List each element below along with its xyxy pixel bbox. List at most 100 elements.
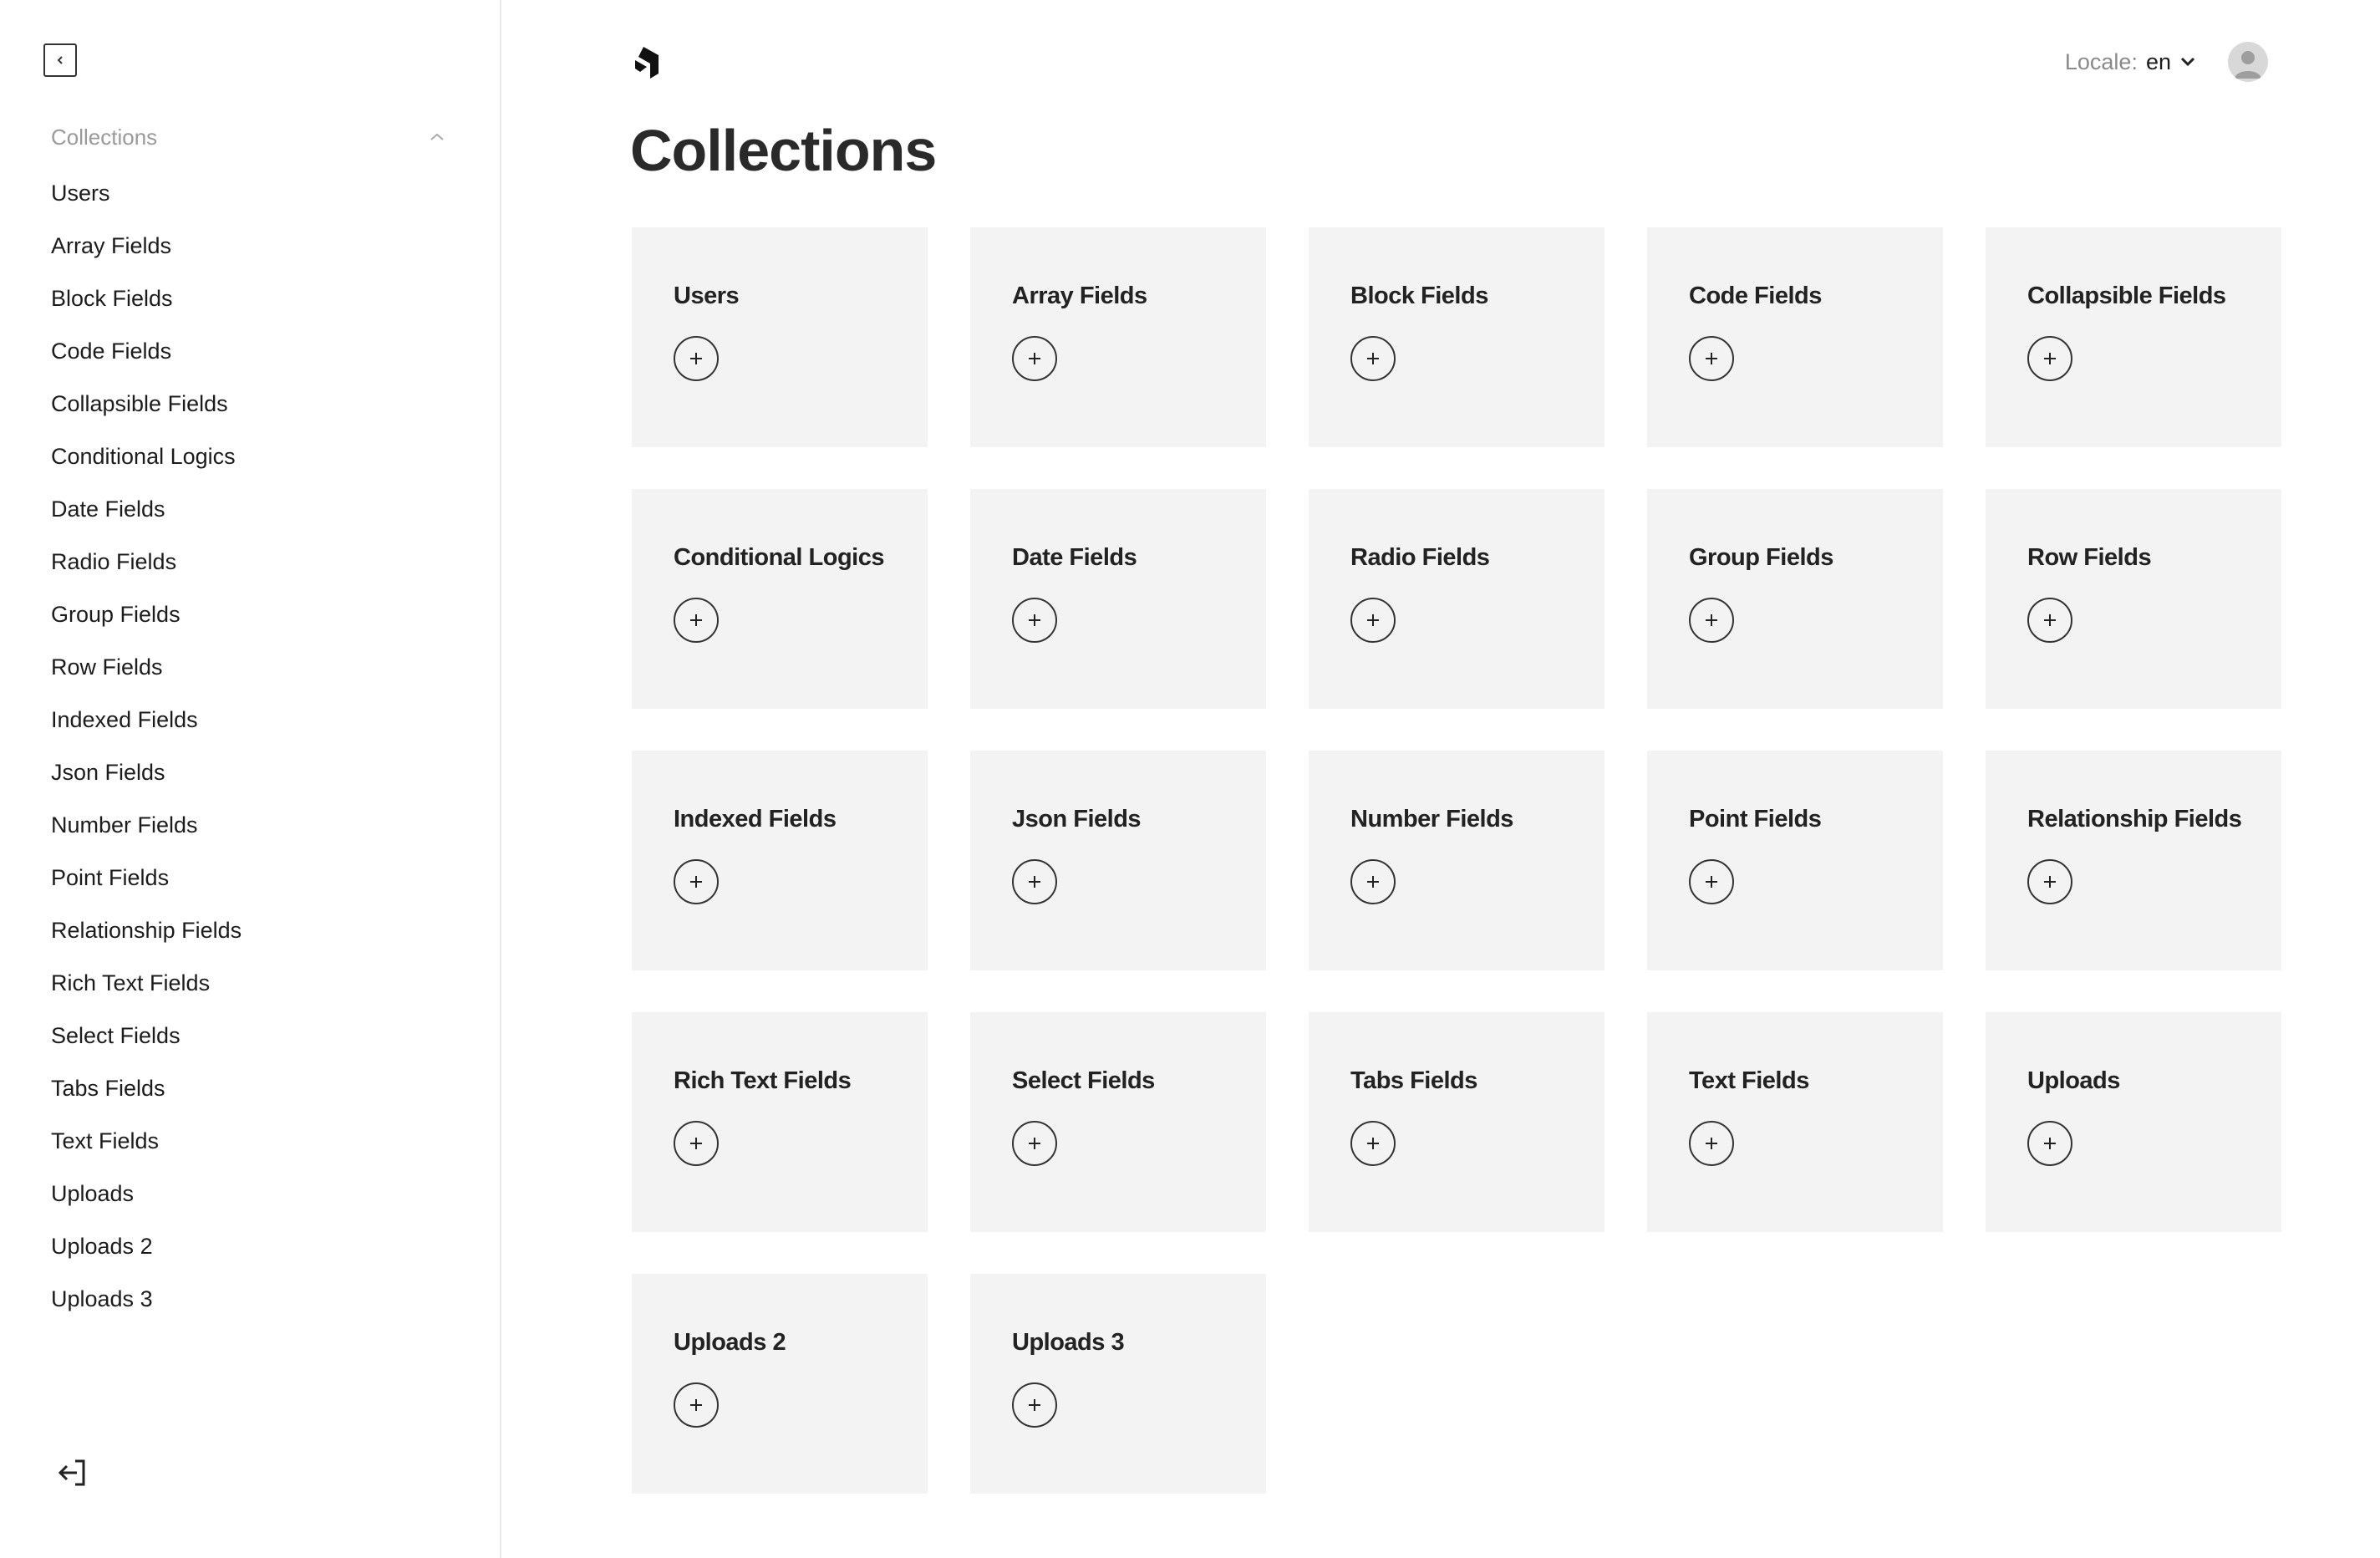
add-collapsible-fields-button[interactable]: [2027, 336, 2072, 381]
collection-card-tabs-fields[interactable]: Tabs Fields: [1309, 1012, 1604, 1232]
add-rich-text-fields-button[interactable]: [674, 1121, 719, 1166]
plus-icon: [690, 876, 702, 888]
add-relationship-fields-button[interactable]: [2027, 859, 2072, 904]
collection-card-title: Radio Fields: [1350, 544, 1490, 571]
add-users-button[interactable]: [674, 336, 719, 381]
payload-logo[interactable]: [632, 45, 662, 79]
chevron-up-icon: [430, 133, 444, 140]
collection-card-code-fields[interactable]: Code Fields: [1647, 227, 1943, 447]
collection-card-collapsible-fields[interactable]: Collapsible Fields: [1986, 227, 2281, 447]
sidebar: Collections Users Array Fields Block Field…: [0, 0, 501, 1558]
sidebar-item-uploads[interactable]: Uploads: [51, 1168, 242, 1220]
collection-card-title: Row Fields: [2027, 544, 2152, 571]
add-indexed-fields-button[interactable]: [674, 859, 719, 904]
add-group-fields-button[interactable]: [1689, 598, 1734, 643]
sidebar-item-date-fields[interactable]: Date Fields: [51, 483, 242, 536]
chevron-left-icon: [57, 56, 63, 64]
collection-card-select-fields[interactable]: Select Fields: [970, 1012, 1266, 1232]
collection-card-text-fields[interactable]: Text Fields: [1647, 1012, 1943, 1232]
user-avatar-icon: [2235, 51, 2261, 79]
logo-icon: [635, 47, 659, 79]
add-point-fields-button[interactable]: [1689, 859, 1734, 904]
plus-icon: [1029, 876, 1040, 888]
sidebar-item-array-fields[interactable]: Array Fields: [51, 220, 242, 272]
sidebar-item-point-fields[interactable]: Point Fields: [51, 852, 242, 904]
plus-icon: [1367, 353, 1379, 364]
sidebar-collapse-button[interactable]: [43, 43, 77, 77]
plus-icon: [1029, 614, 1040, 626]
collection-card-radio-fields[interactable]: Radio Fields: [1309, 489, 1604, 709]
sidebar-nav-list: Users Array Fields Block Fields Code Fields…: [51, 167, 242, 1326]
collection-card-conditional-logics[interactable]: Conditional Logics: [632, 489, 928, 709]
sidebar-item-tabs-fields[interactable]: Tabs Fields: [51, 1062, 242, 1115]
sidebar-item-text-fields[interactable]: Text Fields: [51, 1115, 242, 1168]
plus-icon: [1367, 876, 1379, 888]
collection-card-row-fields[interactable]: Row Fields: [1986, 489, 2281, 709]
sidebar-item-block-fields[interactable]: Block Fields: [51, 272, 242, 325]
add-json-fields-button[interactable]: [1012, 859, 1057, 904]
add-code-fields-button[interactable]: [1689, 336, 1734, 381]
sidebar-item-group-fields[interactable]: Group Fields: [51, 588, 242, 641]
sidebar-item-code-fields[interactable]: Code Fields: [51, 325, 242, 378]
user-avatar[interactable]: [2228, 42, 2268, 82]
sidebar-item-number-fields[interactable]: Number Fields: [51, 799, 242, 852]
locale-label: Locale:: [2064, 48, 2138, 74]
sidebar-item-indexed-fields[interactable]: Indexed Fields: [51, 694, 242, 746]
collection-card-title: Users: [674, 283, 740, 309]
collection-card-uploads[interactable]: Uploads: [1986, 1012, 2281, 1232]
add-uploads-button[interactable]: [2027, 1121, 2072, 1166]
collection-card-relationship-fields[interactable]: Relationship Fields: [1986, 751, 2281, 970]
sidebar-item-radio-fields[interactable]: Radio Fields: [51, 536, 242, 588]
collection-card-title: Uploads: [2027, 1067, 2120, 1094]
add-uploads-3-button[interactable]: [1012, 1382, 1057, 1428]
plus-icon: [2044, 1138, 2056, 1149]
add-row-fields-button[interactable]: [2027, 598, 2072, 643]
collection-card-title: Number Fields: [1350, 806, 1513, 832]
collection-card-rich-text-fields[interactable]: Rich Text Fields: [632, 1012, 928, 1232]
sidebar-item-json-fields[interactable]: Json Fields: [51, 746, 242, 799]
collection-card-title: Select Fields: [1012, 1067, 1155, 1094]
collection-card-block-fields[interactable]: Block Fields: [1309, 227, 1604, 447]
page-title: Collections: [630, 118, 937, 183]
sidebar-item-select-fields[interactable]: Select Fields: [51, 1010, 242, 1062]
collection-card-title: Collapsible Fields: [2027, 283, 2226, 309]
sidebar-item-users[interactable]: Users: [51, 167, 242, 220]
add-select-fields-button[interactable]: [1012, 1121, 1057, 1166]
add-date-fields-button[interactable]: [1012, 598, 1057, 643]
add-text-fields-button[interactable]: [1689, 1121, 1734, 1166]
plus-icon: [690, 1399, 702, 1411]
collection-card-uploads-2[interactable]: Uploads 2: [632, 1274, 928, 1494]
add-number-fields-button[interactable]: [1350, 859, 1396, 904]
plus-icon: [690, 1138, 702, 1149]
add-block-fields-button[interactable]: [1350, 336, 1396, 381]
add-radio-fields-button[interactable]: [1350, 598, 1396, 643]
nav-group-collections-toggle[interactable]: Collections: [51, 117, 445, 157]
add-uploads-2-button[interactable]: [674, 1382, 719, 1428]
collection-card-date-fields[interactable]: Date Fields: [970, 489, 1266, 709]
sidebar-item-relationship-fields[interactable]: Relationship Fields: [51, 904, 242, 957]
collection-card-number-fields[interactable]: Number Fields: [1309, 751, 1604, 970]
logout-button[interactable]: [53, 1454, 90, 1491]
plus-icon: [1706, 353, 1717, 364]
add-conditional-logics-button[interactable]: [674, 598, 719, 643]
sidebar-item-uploads-3[interactable]: Uploads 3: [51, 1273, 242, 1326]
sidebar-item-rich-text-fields[interactable]: Rich Text Fields: [51, 957, 242, 1010]
plus-icon: [1706, 876, 1717, 888]
add-tabs-fields-button[interactable]: [1350, 1121, 1396, 1166]
collection-card-uploads-3[interactable]: Uploads 3: [970, 1274, 1266, 1494]
collection-card-point-fields[interactable]: Point Fields: [1647, 751, 1943, 970]
sidebar-item-row-fields[interactable]: Row Fields: [51, 641, 242, 694]
collection-card-title: Array Fields: [1012, 283, 1147, 309]
collection-card-group-fields[interactable]: Group Fields: [1647, 489, 1943, 709]
plus-icon: [2044, 353, 2056, 364]
locale-selector[interactable]: Locale: en: [2065, 42, 2196, 82]
collection-card-users[interactable]: Users: [632, 227, 928, 447]
add-array-fields-button[interactable]: [1012, 336, 1057, 381]
sidebar-item-uploads-2[interactable]: Uploads 2: [51, 1220, 242, 1273]
collection-card-json-fields[interactable]: Json Fields: [970, 751, 1266, 970]
collection-card-indexed-fields[interactable]: Indexed Fields: [632, 751, 928, 970]
collection-card-array-fields[interactable]: Array Fields: [970, 227, 1266, 447]
collection-card-title: Tabs Fields: [1350, 1067, 1477, 1094]
sidebar-item-collapsible-fields[interactable]: Collapsible Fields: [51, 378, 242, 430]
sidebar-item-conditional-logics[interactable]: Conditional Logics: [51, 430, 242, 483]
